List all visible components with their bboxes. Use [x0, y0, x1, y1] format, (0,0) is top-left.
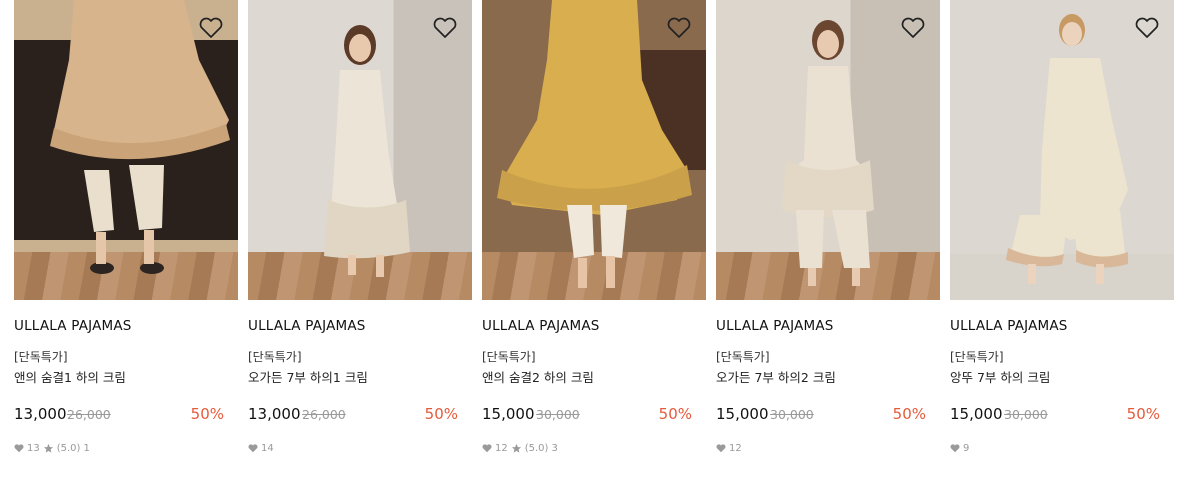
model-figure [324, 25, 410, 277]
product-name[interactable]: 오가든 7부 하의2 크림 [716, 367, 836, 386]
product-image[interactable] [716, 0, 940, 300]
product-stats: 12 [716, 443, 742, 454]
product-stats: 13 (5.0) 1 [14, 443, 90, 454]
sale-price: 13,000 [248, 405, 301, 423]
heart-icon[interactable] [432, 16, 458, 40]
original-price: 26,000 [302, 407, 346, 422]
heart-small-icon [716, 444, 726, 453]
product-stats: 12 (5.0) 3 [482, 443, 558, 454]
original-price: 30,000 [770, 407, 814, 422]
rating-score: (5.0) [56, 443, 81, 454]
discount-rate: 50% [190, 405, 224, 423]
product-image[interactable] [248, 0, 472, 300]
like-count: 13 [27, 443, 40, 454]
sale-price: 13,000 [14, 405, 67, 423]
sale-price: 15,000 [950, 405, 1003, 423]
original-price: 26,000 [67, 407, 111, 422]
rating-group: (5.0) 3 [511, 443, 558, 454]
rating-group: (5.0) 1 [43, 443, 90, 454]
product-image[interactable] [950, 0, 1174, 300]
like-count: 14 [261, 443, 274, 454]
brand-name[interactable]: ULLALA PAJAMAS [950, 318, 1068, 334]
heart-small-icon [950, 444, 960, 453]
product-tag: [단독특가] [950, 350, 1004, 364]
model-figure [782, 20, 874, 286]
discount-rate: 50% [658, 405, 692, 423]
brand-name[interactable]: ULLALA PAJAMAS [14, 318, 132, 334]
product-tag: [단독특가] [482, 350, 536, 364]
rating-score: (5.0) [524, 443, 549, 454]
model-figure [497, 0, 692, 288]
discount-rate: 50% [892, 405, 926, 423]
sale-price: 15,000 [716, 405, 769, 423]
product-name[interactable]: 앙뚜 7부 하의 크림 [950, 367, 1050, 386]
star-icon [43, 443, 53, 453]
heart-icon[interactable] [198, 16, 224, 40]
product-tag: [단독특가] [716, 350, 770, 364]
star-icon [511, 443, 521, 453]
like-count: 12 [495, 443, 508, 454]
product-card[interactable]: ULLALA PAJAMAS [단독특가] 앤의 숨결2 하의 크림 15,00… [482, 0, 706, 479]
brand-name[interactable]: ULLALA PAJAMAS [248, 318, 366, 334]
product-card[interactable]: ULLALA PAJAMAS [단독특가] 앤의 숨결1 하의 크림 13,00… [14, 0, 238, 479]
like-count: 9 [963, 443, 970, 454]
heart-icon[interactable] [666, 16, 692, 40]
heart-small-icon [248, 444, 258, 453]
heart-small-icon [14, 444, 24, 453]
product-name[interactable]: 오가든 7부 하의1 크림 [248, 367, 368, 386]
brand-name[interactable]: ULLALA PAJAMAS [482, 318, 600, 334]
model-figure [1006, 14, 1128, 284]
product-name[interactable]: 앤의 숨결2 하의 크림 [482, 367, 594, 386]
heart-icon[interactable] [900, 16, 926, 40]
product-stats: 9 [950, 443, 969, 454]
product-card[interactable]: ULLALA PAJAMAS [단독특가] 오가든 7부 하의1 크림 13,0… [248, 0, 472, 479]
brand-name[interactable]: ULLALA PAJAMAS [716, 318, 834, 334]
heart-small-icon [482, 444, 492, 453]
discount-rate: 50% [424, 405, 458, 423]
product-image[interactable] [482, 0, 706, 300]
original-price: 30,000 [536, 407, 580, 422]
product-tag: [단독특가] [248, 350, 302, 364]
product-grid: ULLALA PAJAMAS [단독특가] 앤의 숨결1 하의 크림 13,00… [0, 0, 1181, 479]
product-stats: 14 [248, 443, 274, 454]
model-figure [50, 0, 230, 274]
product-tag: [단독특가] [14, 350, 68, 364]
product-image[interactable] [14, 0, 238, 300]
product-card[interactable]: ULLALA PAJAMAS [단독특가] 오가든 7부 하의2 크림 15,0… [716, 0, 940, 479]
review-count: 1 [83, 443, 90, 454]
like-count: 12 [729, 443, 742, 454]
original-price: 30,000 [1004, 407, 1048, 422]
discount-rate: 50% [1126, 405, 1160, 423]
heart-icon[interactable] [1134, 16, 1160, 40]
review-count: 3 [551, 443, 558, 454]
product-name[interactable]: 앤의 숨결1 하의 크림 [14, 367, 126, 386]
sale-price: 15,000 [482, 405, 535, 423]
product-card[interactable]: ULLALA PAJAMAS [단독특가] 앙뚜 7부 하의 크림 15,000… [950, 0, 1174, 479]
